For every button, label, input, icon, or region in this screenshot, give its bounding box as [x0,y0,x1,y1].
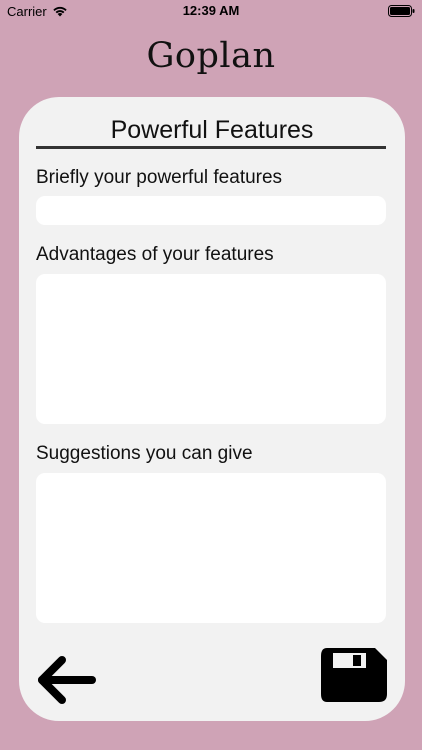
form-card: Powerful Features Briefly your powerful … [19,97,405,721]
form-title: Powerful Features [110,116,314,144]
save-button[interactable] [319,646,389,704]
app-title: Goplan [146,36,276,76]
left-arrow-icon [38,656,96,704]
suggestions-label: Suggestions you can give [36,443,253,464]
features-input[interactable] [36,196,386,225]
status-time: 12:39 AM [182,3,240,18]
features-label: Briefly your powerful features [36,167,283,188]
suggestions-textarea[interactable] [36,473,386,623]
advantages-textarea[interactable] [36,274,386,424]
advantages-label: Advantages of your features [36,244,274,265]
status-bar: Carrier 12:39 AM [0,0,422,22]
battery-icon [388,5,415,17]
floppy-disk-icon [321,648,387,702]
back-button[interactable] [34,652,100,708]
title-divider [36,146,386,149]
